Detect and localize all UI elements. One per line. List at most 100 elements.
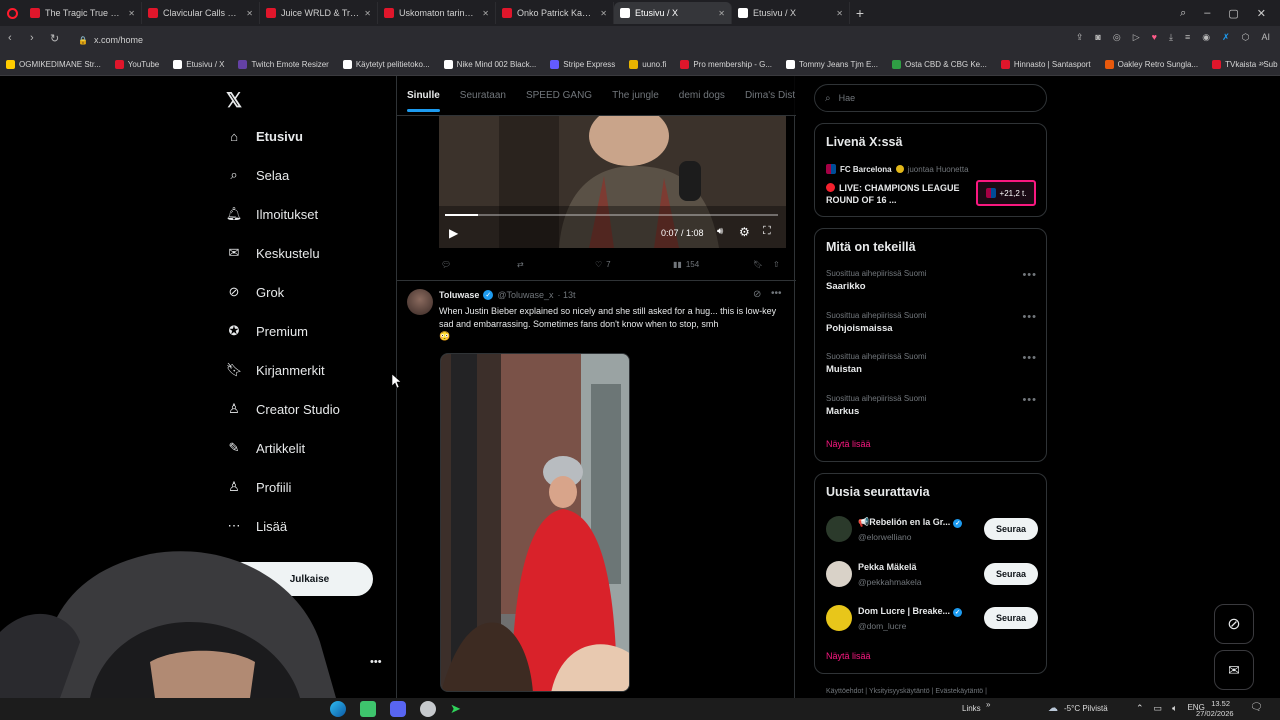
grok-tweet-icon[interactable]: ⊘ (753, 289, 761, 300)
follow-button[interactable]: Seuraa (984, 518, 1038, 540)
app-green-icon[interactable] (360, 701, 376, 717)
discord-icon[interactable] (390, 701, 406, 717)
steam-icon[interactable] (420, 701, 436, 717)
sidebar-item-keskustelu[interactable]: ✉ Keskustelu (226, 245, 320, 261)
trend-item[interactable]: Suosittua aihepiirissä Suomi Markus ••• (826, 394, 1037, 417)
browser-tab[interactable]: Clavicular Calls Out Larry ✕ (142, 2, 260, 24)
close-window-button[interactable]: ✕ (1257, 7, 1266, 20)
back-button[interactable]: ‹ (8, 32, 12, 44)
video-progress-track[interactable] (445, 214, 778, 216)
trends-show-more[interactable]: Näytä lisää (826, 439, 871, 449)
browser-tab[interactable]: Etusivu / X ✕ (732, 2, 850, 24)
feed-tab[interactable]: Dima's Dist (735, 76, 805, 116)
follow-suggestion[interactable]: Pekka Mäkelä @pekkahmakela Seuraa (815, 559, 1048, 599)
new-tab-button[interactable]: + (850, 3, 870, 23)
bookmark-item[interactable]: Stripe Express (550, 60, 615, 69)
tab-search-icon[interactable]: ⌕ (1180, 7, 1186, 20)
feed-tab[interactable]: SPEED GANG (516, 76, 602, 116)
bookmark-item[interactable]: Osta CBD & CBG Ke... (892, 60, 987, 69)
tab-close-icon[interactable]: ✕ (482, 9, 489, 18)
speaker-icon[interactable]: 🔈︎ (1172, 703, 1177, 714)
follow-button[interactable]: Seuraa (984, 562, 1038, 585)
avatar[interactable] (826, 605, 852, 631)
feed-tab[interactable]: Seurataan (450, 76, 516, 116)
views-action[interactable]: ▮▮ 154 (673, 260, 699, 269)
like-action[interactable]: ♡ 7 (595, 260, 611, 269)
links-chevron-icon[interactable]: » (986, 700, 990, 709)
tweet-time[interactable]: · 13t (558, 290, 576, 300)
trend-item[interactable]: Suosittua aihepiirissä Suomi Pohjoismaiss… (826, 311, 1037, 334)
arrow-app-icon[interactable]: ➤ (450, 701, 466, 717)
trend-more-icon[interactable]: ••• (1022, 352, 1037, 364)
avatar[interactable] (826, 560, 852, 587)
bookmark-item[interactable]: uuno.fi (629, 60, 666, 69)
sidebar-item-creator-studio[interactable]: ♙ Creator Studio (226, 401, 340, 417)
taskbar-links[interactable]: Links (962, 704, 981, 713)
cube-icon[interactable]: ⬡ (1242, 32, 1250, 43)
browser-tab[interactable]: The Tragic True Story of Ju ✕ (24, 2, 142, 24)
tweet-video[interactable] (440, 353, 630, 692)
search-input[interactable]: ⌕ Hae (814, 84, 1047, 112)
tweet-author-name[interactable]: Toluwase (439, 290, 479, 300)
menu-icon[interactable]: ≡ (1185, 32, 1190, 43)
sidebar-item-kirjanmerkit[interactable]: 🔖︎ Kirjanmerkit (226, 362, 325, 378)
feed-tab[interactable]: The jungle (602, 76, 669, 116)
account-icon[interactable]: ◉ (1202, 32, 1210, 43)
bookmark-item[interactable]: Pro membership - G... (680, 60, 772, 69)
trend-item[interactable]: Suosittua aihepiirissä Suomi Muistan ••• (826, 352, 1037, 375)
tweet-more-icon[interactable]: ••• (771, 288, 782, 299)
share-action[interactable]: ⇧ (773, 260, 780, 269)
extension-icon[interactable]: ◎ (1113, 32, 1121, 43)
bookmark-item[interactable]: Hinnasto | Santasport (1000, 60, 1091, 69)
bookmark-action[interactable]: 🔖︎ (753, 260, 763, 269)
bookmark-item[interactable]: Etusivu / X (173, 60, 224, 69)
bookmark-item[interactable]: Oakley Retro Sungla... (1104, 60, 1198, 69)
tweet[interactable]: Toluwase ✓ @Toluwase_x · 13t ⊘ ••• When … (397, 281, 796, 698)
browser-tab[interactable]: Uskomaton tarina sinnikk ✕ (378, 2, 496, 24)
trend-more-icon[interactable]: ••• (1022, 394, 1037, 406)
tweet-author-handle[interactable]: @Toluwase_x (497, 290, 553, 300)
tab-close-icon[interactable]: ✕ (364, 9, 371, 18)
minimize-button[interactable]: – (1204, 7, 1210, 20)
edge-icon[interactable] (330, 701, 346, 717)
follow-button[interactable]: Seuraa (984, 607, 1038, 629)
notification-icon[interactable]: 🗨︎ (1250, 702, 1263, 713)
messages-fab[interactable]: ✉ (1214, 650, 1254, 690)
bookmark-item[interactable]: Twitch Emote Resizer (238, 60, 329, 69)
bookmark-item[interactable]: Käytetyt pelitietoko... (342, 60, 430, 69)
tab-close-icon[interactable]: ✕ (246, 9, 253, 18)
forward-button[interactable]: › (30, 32, 34, 44)
follow-suggestion[interactable]: Dom Lucre | Breake... ✓ @dom_lucre Seuraa (815, 603, 1048, 643)
sidebar-item-ilmoitukset[interactable]: 🔔︎ Ilmoitukset (226, 206, 318, 222)
bookmark-item[interactable]: Tommy Jeans Tjm E... (786, 60, 878, 69)
bookmarks-overflow-icon[interactable]: » (1259, 58, 1264, 68)
sidebar-item-grok[interactable]: ⊘ Grok (226, 284, 285, 300)
volume-icon[interactable]: 🔊︎ (717, 226, 723, 237)
tab-close-icon[interactable]: ✕ (718, 9, 725, 18)
sidebar-item-artikkelit[interactable]: ✎ Artikkelit (226, 440, 306, 456)
feed-tab[interactable]: Sinulle (397, 76, 450, 116)
bookmark-item[interactable]: Nike Mind 002 Black... (443, 60, 536, 69)
sidebar-item-etusivu[interactable]: ⌂ Etusivu (226, 128, 303, 144)
follow-suggestion[interactable]: 📢Rebelión en la Gr... ✓ @elorwelliano Seu… (815, 514, 1048, 554)
live-account-name[interactable]: FC Barcelona (840, 165, 892, 174)
fullscreen-icon[interactable]: ⛶ (763, 225, 771, 238)
grok-fab[interactable]: ⊘ (1214, 604, 1254, 644)
live-badge[interactable]: +21,2 t. (976, 180, 1036, 206)
weather-text[interactable]: -5°C Pilvistä (1064, 704, 1108, 713)
player-icon[interactable]: ▷ (1133, 32, 1140, 43)
avatar[interactable] (826, 516, 852, 542)
maximize-button[interactable]: ▢ (1228, 7, 1238, 20)
follow-show-more[interactable]: Näytä lisää (826, 651, 871, 661)
trend-item[interactable]: Suosittua aihepiirissä Suomi Saarikko ••• (826, 269, 1037, 292)
browser-tab[interactable]: Juice WRLD & Travis Scott ✕ (260, 2, 378, 24)
sidebar-item-profiili[interactable]: ♙ Profiili (226, 479, 291, 495)
ai-icon[interactable]: AI (1261, 32, 1270, 43)
opera-logo-icon[interactable] (0, 2, 24, 24)
heart-icon[interactable]: ♥ (1152, 32, 1157, 43)
network-icon[interactable]: ▭ (1154, 703, 1163, 714)
url-field[interactable]: 🔒 x.com/home (72, 30, 1032, 50)
settings-icon[interactable]: ⚙ (739, 225, 750, 239)
trend-more-icon[interactable]: ••• (1022, 311, 1037, 323)
browser-tab[interactable]: Etusivu / X ✕ (614, 2, 732, 24)
